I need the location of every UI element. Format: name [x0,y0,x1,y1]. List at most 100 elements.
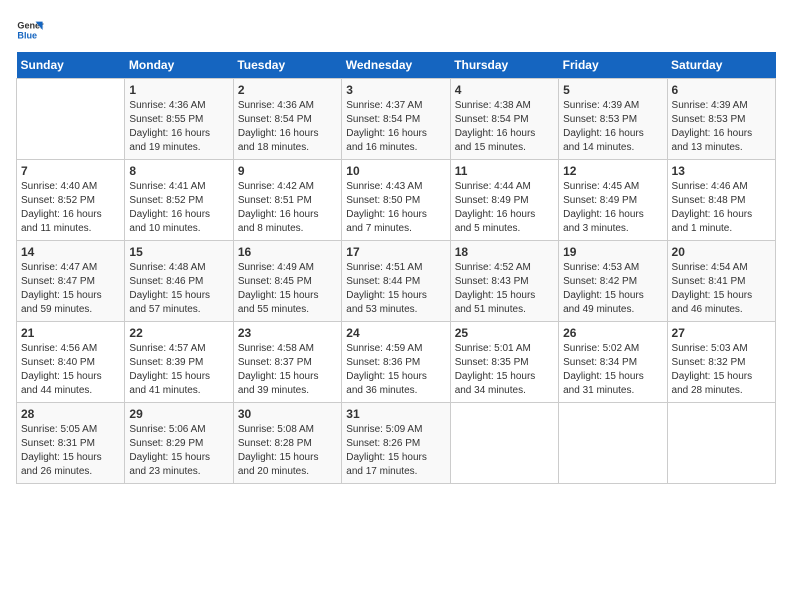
day-number: 11 [455,164,554,178]
cell-info: Sunrise: 5:09 AMSunset: 8:26 PMDaylight:… [346,423,445,479]
weekday-header-wednesday: Wednesday [342,52,450,79]
calendar-cell: 18 Sunrise: 4:52 AMSunset: 8:43 PMDaylig… [450,241,558,322]
day-number: 12 [563,164,662,178]
day-number: 26 [563,326,662,340]
calendar-cell: 20 Sunrise: 4:54 AMSunset: 8:41 PMDaylig… [667,241,775,322]
cell-info: Sunrise: 4:40 AMSunset: 8:52 PMDaylight:… [21,180,120,236]
cell-info: Sunrise: 5:06 AMSunset: 8:29 PMDaylight:… [129,423,228,479]
calendar-cell: 6 Sunrise: 4:39 AMSunset: 8:53 PMDayligh… [667,79,775,160]
day-number: 21 [21,326,120,340]
calendar-cell: 13 Sunrise: 4:46 AMSunset: 8:48 PMDaylig… [667,160,775,241]
cell-info: Sunrise: 4:38 AMSunset: 8:54 PMDaylight:… [455,99,554,155]
calendar-cell: 4 Sunrise: 4:38 AMSunset: 8:54 PMDayligh… [450,79,558,160]
weekday-header-tuesday: Tuesday [233,52,341,79]
day-number: 14 [21,245,120,259]
calendar-cell [559,403,667,484]
day-number: 30 [238,407,337,421]
calendar-cell: 29 Sunrise: 5:06 AMSunset: 8:29 PMDaylig… [125,403,233,484]
cell-info: Sunrise: 4:39 AMSunset: 8:53 PMDaylight:… [563,99,662,155]
cell-info: Sunrise: 4:53 AMSunset: 8:42 PMDaylight:… [563,261,662,317]
cell-info: Sunrise: 5:08 AMSunset: 8:28 PMDaylight:… [238,423,337,479]
calendar-cell: 16 Sunrise: 4:49 AMSunset: 8:45 PMDaylig… [233,241,341,322]
calendar-cell: 15 Sunrise: 4:48 AMSunset: 8:46 PMDaylig… [125,241,233,322]
cell-info: Sunrise: 4:57 AMSunset: 8:39 PMDaylight:… [129,342,228,398]
calendar-cell: 24 Sunrise: 4:59 AMSunset: 8:36 PMDaylig… [342,322,450,403]
day-number: 19 [563,245,662,259]
cell-info: Sunrise: 4:52 AMSunset: 8:43 PMDaylight:… [455,261,554,317]
day-number: 5 [563,83,662,97]
cell-info: Sunrise: 4:46 AMSunset: 8:48 PMDaylight:… [672,180,771,236]
day-number: 9 [238,164,337,178]
day-number: 23 [238,326,337,340]
cell-info: Sunrise: 4:58 AMSunset: 8:37 PMDaylight:… [238,342,337,398]
cell-info: Sunrise: 4:44 AMSunset: 8:49 PMDaylight:… [455,180,554,236]
cell-info: Sunrise: 4:56 AMSunset: 8:40 PMDaylight:… [21,342,120,398]
day-number: 25 [455,326,554,340]
day-number: 15 [129,245,228,259]
day-number: 20 [672,245,771,259]
calendar-cell: 30 Sunrise: 5:08 AMSunset: 8:28 PMDaylig… [233,403,341,484]
day-number: 28 [21,407,120,421]
calendar-cell [667,403,775,484]
header: General Blue [16,16,776,44]
day-number: 13 [672,164,771,178]
weekday-header-thursday: Thursday [450,52,558,79]
day-number: 22 [129,326,228,340]
week-row-3: 14 Sunrise: 4:47 AMSunset: 8:47 PMDaylig… [17,241,776,322]
calendar-cell: 9 Sunrise: 4:42 AMSunset: 8:51 PMDayligh… [233,160,341,241]
day-number: 31 [346,407,445,421]
calendar-table: SundayMondayTuesdayWednesdayThursdayFrid… [16,52,776,484]
day-number: 8 [129,164,228,178]
weekday-header-sunday: Sunday [17,52,125,79]
day-number: 29 [129,407,228,421]
calendar-cell: 8 Sunrise: 4:41 AMSunset: 8:52 PMDayligh… [125,160,233,241]
cell-info: Sunrise: 5:01 AMSunset: 8:35 PMDaylight:… [455,342,554,398]
day-number: 17 [346,245,445,259]
calendar-cell: 14 Sunrise: 4:47 AMSunset: 8:47 PMDaylig… [17,241,125,322]
calendar-cell: 5 Sunrise: 4:39 AMSunset: 8:53 PMDayligh… [559,79,667,160]
calendar-cell: 27 Sunrise: 5:03 AMSunset: 8:32 PMDaylig… [667,322,775,403]
cell-info: Sunrise: 4:47 AMSunset: 8:47 PMDaylight:… [21,261,120,317]
cell-info: Sunrise: 4:51 AMSunset: 8:44 PMDaylight:… [346,261,445,317]
cell-info: Sunrise: 4:54 AMSunset: 8:41 PMDaylight:… [672,261,771,317]
weekday-header-friday: Friday [559,52,667,79]
calendar-cell: 25 Sunrise: 5:01 AMSunset: 8:35 PMDaylig… [450,322,558,403]
cell-info: Sunrise: 4:42 AMSunset: 8:51 PMDaylight:… [238,180,337,236]
calendar-cell [450,403,558,484]
calendar-cell: 31 Sunrise: 5:09 AMSunset: 8:26 PMDaylig… [342,403,450,484]
weekday-header-monday: Monday [125,52,233,79]
calendar-cell: 10 Sunrise: 4:43 AMSunset: 8:50 PMDaylig… [342,160,450,241]
calendar-cell: 19 Sunrise: 4:53 AMSunset: 8:42 PMDaylig… [559,241,667,322]
calendar-cell: 12 Sunrise: 4:45 AMSunset: 8:49 PMDaylig… [559,160,667,241]
logo: General Blue [16,16,44,44]
day-number: 27 [672,326,771,340]
cell-info: Sunrise: 4:39 AMSunset: 8:53 PMDaylight:… [672,99,771,155]
svg-text:Blue: Blue [17,30,37,40]
calendar-cell: 21 Sunrise: 4:56 AMSunset: 8:40 PMDaylig… [17,322,125,403]
calendar-cell: 22 Sunrise: 4:57 AMSunset: 8:39 PMDaylig… [125,322,233,403]
calendar-cell: 23 Sunrise: 4:58 AMSunset: 8:37 PMDaylig… [233,322,341,403]
week-row-4: 21 Sunrise: 4:56 AMSunset: 8:40 PMDaylig… [17,322,776,403]
calendar-cell: 7 Sunrise: 4:40 AMSunset: 8:52 PMDayligh… [17,160,125,241]
calendar-cell: 17 Sunrise: 4:51 AMSunset: 8:44 PMDaylig… [342,241,450,322]
day-number: 24 [346,326,445,340]
day-number: 3 [346,83,445,97]
day-number: 2 [238,83,337,97]
cell-info: Sunrise: 4:37 AMSunset: 8:54 PMDaylight:… [346,99,445,155]
weekday-header-saturday: Saturday [667,52,775,79]
day-number: 1 [129,83,228,97]
cell-info: Sunrise: 4:59 AMSunset: 8:36 PMDaylight:… [346,342,445,398]
cell-info: Sunrise: 5:02 AMSunset: 8:34 PMDaylight:… [563,342,662,398]
day-number: 16 [238,245,337,259]
cell-info: Sunrise: 5:05 AMSunset: 8:31 PMDaylight:… [21,423,120,479]
cell-info: Sunrise: 4:49 AMSunset: 8:45 PMDaylight:… [238,261,337,317]
cell-info: Sunrise: 4:36 AMSunset: 8:55 PMDaylight:… [129,99,228,155]
weekday-header-row: SundayMondayTuesdayWednesdayThursdayFrid… [17,52,776,79]
calendar-cell: 3 Sunrise: 4:37 AMSunset: 8:54 PMDayligh… [342,79,450,160]
logo-icon: General Blue [16,16,44,44]
cell-info: Sunrise: 4:43 AMSunset: 8:50 PMDaylight:… [346,180,445,236]
day-number: 6 [672,83,771,97]
week-row-1: 1 Sunrise: 4:36 AMSunset: 8:55 PMDayligh… [17,79,776,160]
cell-info: Sunrise: 4:45 AMSunset: 8:49 PMDaylight:… [563,180,662,236]
day-number: 7 [21,164,120,178]
